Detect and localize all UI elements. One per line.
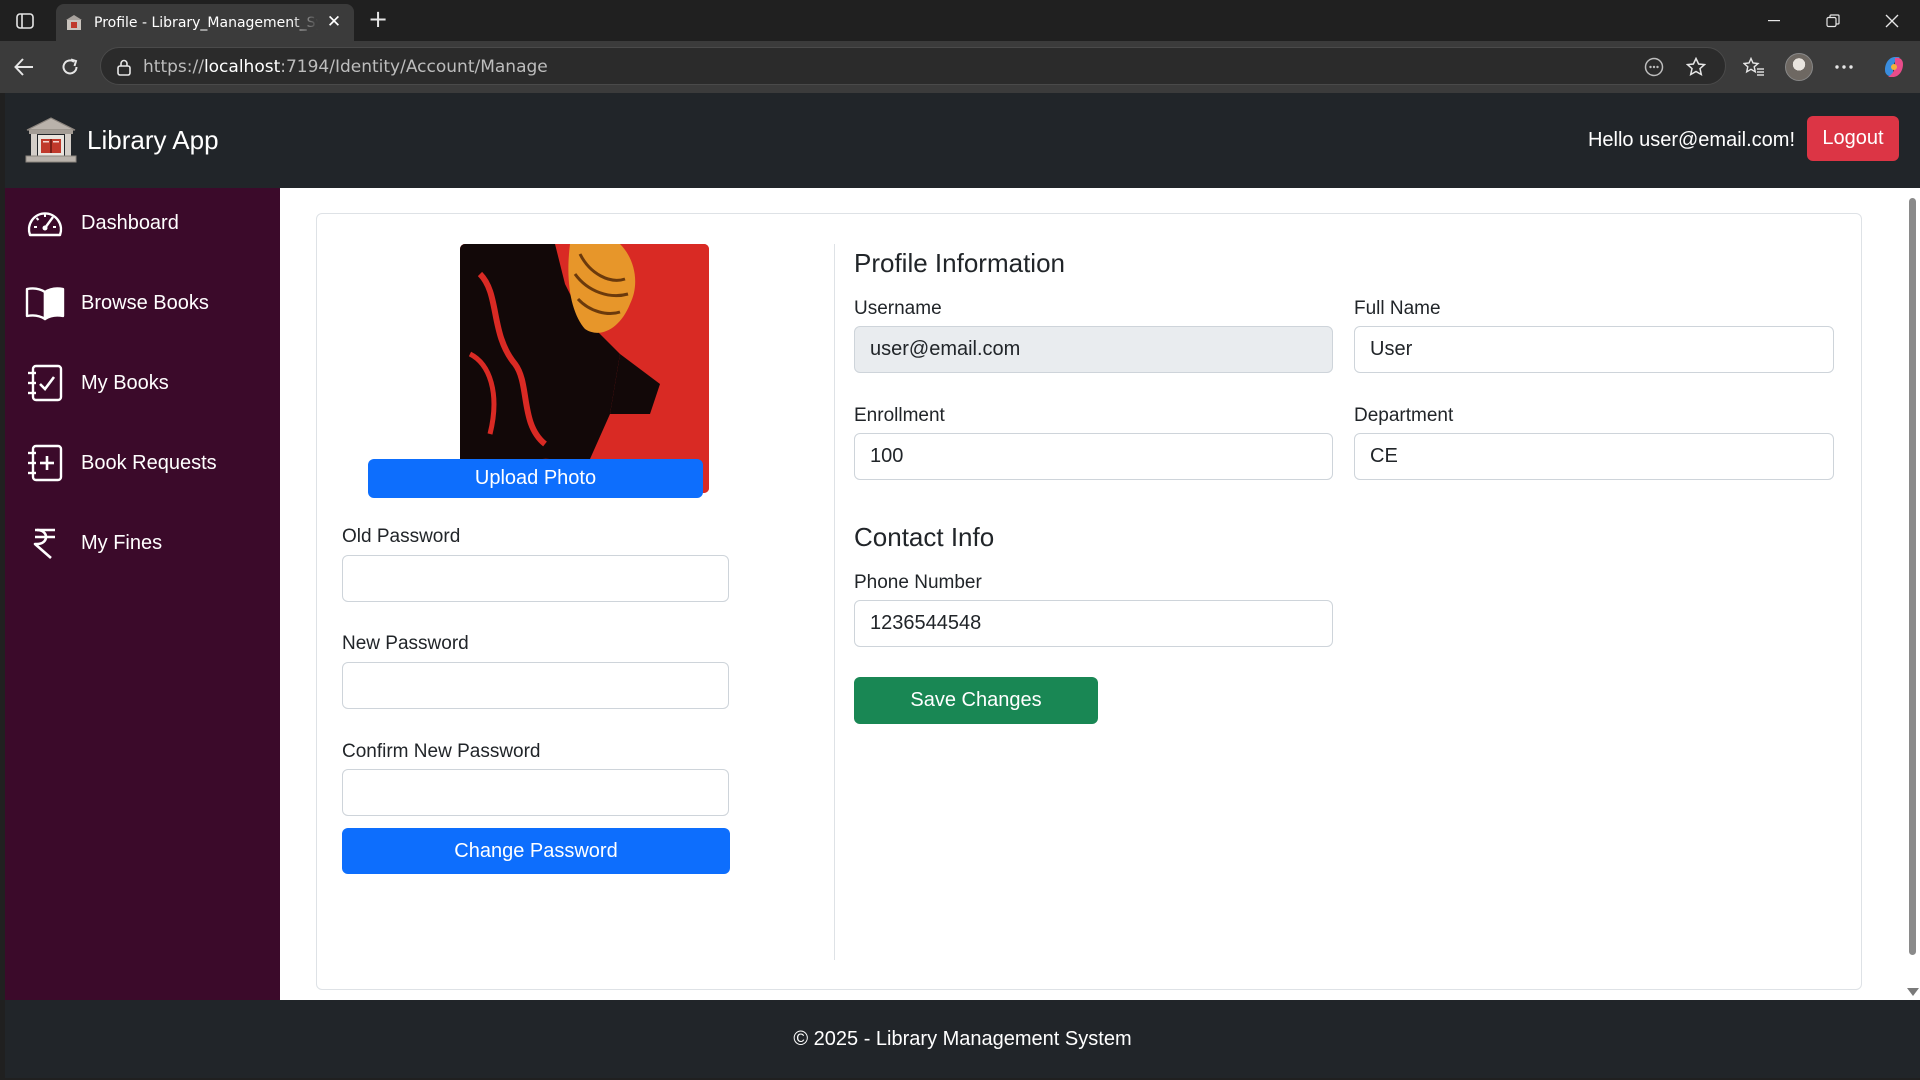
back-icon[interactable] [8, 51, 40, 83]
profile-avatar-icon[interactable] [1783, 51, 1815, 83]
sidebar-item-label: My Books [81, 371, 169, 394]
enrollment-label: Enrollment [854, 405, 945, 426]
browser-tab-active[interactable]: Profile - Library_Management_System ✕ [56, 4, 354, 41]
close-window-icon[interactable] [1864, 0, 1920, 41]
brand-name: Library App [87, 124, 219, 155]
library-building-icon [25, 117, 77, 163]
new-password-label: New Password [342, 633, 469, 654]
username-input [854, 326, 1333, 373]
page-scrollbar[interactable] [1905, 188, 1920, 1000]
save-changes-button[interactable]: Save Changes [854, 677, 1098, 724]
plus-list-icon [25, 443, 65, 483]
phone-number-label: Phone Number [854, 572, 982, 593]
phone-number-input[interactable] [854, 600, 1333, 647]
sidebar-item-browse-books[interactable]: Browse Books [25, 281, 265, 325]
more-options-icon[interactable] [1828, 51, 1860, 83]
speedometer-icon [25, 203, 65, 243]
browser-toolbar: https://localhost:7194/Identity/Account/… [0, 41, 1920, 93]
reload-icon[interactable] [54, 51, 86, 83]
favorite-star-icon[interactable] [1685, 56, 1707, 78]
new-password-input[interactable] [342, 662, 729, 709]
copilot-icon[interactable] [1878, 51, 1910, 83]
contact-info-heading: Contact Info [854, 522, 995, 552]
username-label: Username [854, 298, 942, 319]
library-favicon-icon [66, 14, 82, 30]
sidebar-item-my-books[interactable]: My Books [25, 361, 265, 405]
fullname-label: Full Name [1354, 298, 1441, 319]
department-input[interactable] [1354, 433, 1834, 480]
minimize-icon[interactable] [1746, 0, 1802, 41]
sidebar-item-label: Dashboard [81, 211, 179, 234]
sidebar-item-dashboard[interactable]: Dashboard [25, 201, 265, 245]
sidebar-item-label: Book Requests [81, 451, 217, 474]
profile-card: Upload Photo Old Password New Password C… [316, 213, 1862, 990]
fullname-input[interactable] [1354, 326, 1834, 373]
reader-mode-icon[interactable] [1643, 56, 1665, 78]
sidebar-item-label: Browse Books [81, 291, 209, 314]
app-navbar: Library App Hello user@email.com! Logout [5, 93, 1920, 188]
column-divider [834, 244, 835, 960]
upload-photo-button[interactable]: Upload Photo [368, 459, 703, 498]
change-password-button[interactable]: Change Password [342, 828, 730, 874]
enrollment-input[interactable] [854, 433, 1333, 480]
lock-icon[interactable] [115, 58, 133, 76]
department-label: Department [1354, 405, 1454, 426]
open-book-icon [25, 283, 65, 323]
sidebar-item-my-fines[interactable]: My Fines [25, 521, 265, 565]
new-tab-icon[interactable]: + [364, 6, 392, 34]
profile-photo [460, 244, 709, 493]
main-content: Upload Photo Old Password New Password C… [280, 188, 1905, 1000]
tab-title: Profile - Library_Management_System [94, 14, 318, 31]
sidebar: Dashboard Browse Books My Books Book Req… [5, 188, 280, 1000]
url-text: https://localhost:7194/Identity/Account/… [143, 57, 548, 77]
browser-tabbar: Profile - Library_Management_System ✕ + [0, 0, 1920, 41]
logout-button[interactable]: Logout [1807, 116, 1899, 161]
sidebar-item-book-requests[interactable]: Book Requests [25, 441, 265, 485]
page-footer: © 2025 - Library Management System [5, 1000, 1920, 1078]
profile-information-heading: Profile Information [854, 248, 1065, 278]
user-greeting: Hello user@email.com! [1587, 129, 1795, 151]
old-password-label: Old Password [342, 526, 461, 547]
page-viewport: Library App Hello user@email.com! Logout… [5, 93, 1920, 1078]
tab-actions-icon[interactable] [10, 8, 40, 34]
old-password-input[interactable] [342, 555, 729, 602]
confirm-password-label: Confirm New Password [342, 741, 541, 762]
address-bar[interactable]: https://localhost:7194/Identity/Account/… [100, 47, 1726, 85]
favorites-icon[interactable] [1738, 51, 1770, 83]
sidebar-item-label: My Fines [81, 531, 163, 554]
tab-close-icon[interactable]: ✕ [326, 14, 342, 31]
checklist-icon [25, 363, 65, 403]
restore-icon[interactable] [1805, 0, 1861, 41]
confirm-password-input[interactable] [342, 769, 729, 816]
scroll-down-arrow-icon[interactable] [1907, 988, 1919, 996]
brand-link[interactable]: Library App [23, 115, 219, 165]
footer-copyright: © 2025 - Library Management System [793, 1027, 1132, 1050]
rupee-icon [25, 523, 65, 563]
scrollbar-thumb[interactable] [1909, 198, 1916, 955]
